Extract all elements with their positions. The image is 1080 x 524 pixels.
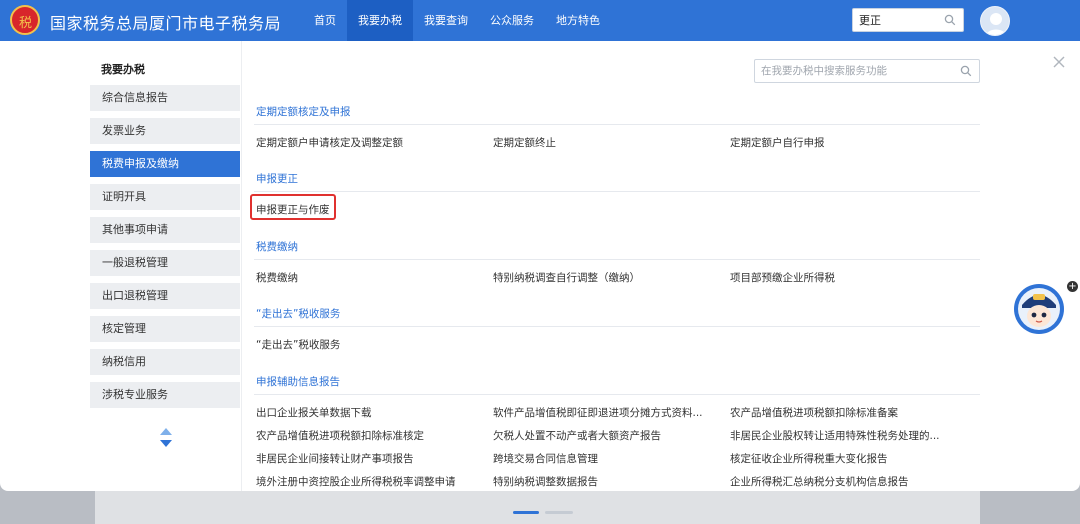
- service-item-project-prepay[interactable]: 项目部预缴企业所得税: [730, 270, 835, 285]
- top-search-input[interactable]: [853, 9, 941, 31]
- service-search-box: [754, 59, 980, 83]
- sidebar: 我要办税 综合信息报告 发票业务 税费申报及缴纳 证明开具 其他事项申请 一般退…: [85, 41, 241, 491]
- emblem-icon: 税: [10, 5, 40, 35]
- emblem-text: 税: [19, 16, 33, 31]
- nav-local-features[interactable]: 地方特色: [545, 0, 611, 41]
- service-item-nonresident-equity[interactable]: 非居民企业股权转让适用特殊性税务处理的...: [730, 428, 940, 443]
- sidebar-item-comprehensive-report[interactable]: 综合信息报告: [90, 85, 240, 111]
- mascot-icon[interactable]: [1013, 283, 1065, 335]
- service-item-correction-void[interactable]: 申报更正与作废: [256, 202, 330, 217]
- sidebar-item-invoice[interactable]: 发票业务: [90, 118, 240, 144]
- service-content: 定期定额核定及申报 定期定额户申请核定及调整定额 定期定额终止 定期定额户自行申…: [241, 41, 1080, 491]
- service-item-quota-self-declare[interactable]: 定期定额户自行申报: [730, 135, 825, 150]
- service-item-quota-apply[interactable]: 定期定额户申请核定及调整定额: [256, 135, 403, 150]
- service-item-software-vat[interactable]: 软件产品增值税即征即退进项分摊方式资料...: [493, 405, 703, 420]
- section-title-fixed-quota: 定期定额核定及申报: [256, 106, 351, 118]
- section-divider: [254, 394, 980, 395]
- service-item-branch-info[interactable]: 企业所得税汇总纳税分支机构信息报告: [730, 474, 909, 489]
- service-item-special-data[interactable]: 特别纳税调整数据报告: [493, 474, 598, 489]
- sidebar-item-assessment[interactable]: 核定管理: [90, 316, 240, 342]
- search-icon[interactable]: [960, 65, 972, 77]
- section-divider: [254, 124, 980, 125]
- top-header: 税 国家税务总局厦门市电子税务局 首页 我要办税 我要查询 公众服务 地方特色: [0, 0, 1080, 41]
- nav-tax-handling[interactable]: 我要办税: [347, 0, 413, 41]
- service-item-agri-assess[interactable]: 农产品增值税进项税额扣除标准核定: [256, 428, 424, 443]
- service-item-offshore-rate[interactable]: 境外注册中资控股企业所得税税率调整申请: [256, 474, 456, 489]
- site-title: 国家税务总局厦门市电子税务局: [50, 14, 282, 33]
- carousel-dot-active[interactable]: [513, 511, 539, 514]
- plus-icon[interactable]: +: [1067, 281, 1078, 292]
- tax-menu-panel: 我要办税 综合信息报告 发票业务 税费申报及缴纳 证明开具 其他事项申请 一般退…: [0, 41, 1080, 491]
- sidebar-item-tax-credit[interactable]: 纳税信用: [90, 349, 240, 375]
- sidebar-title: 我要办税: [101, 63, 145, 76]
- section-title-going-abroad: “走出去”税收服务: [256, 308, 341, 320]
- service-item-tax-payment[interactable]: 税费缴纳: [256, 270, 298, 285]
- nav-home[interactable]: 首页: [303, 0, 347, 41]
- service-item-agri-filing[interactable]: 农产品增值税进项税额扣除标准备案: [730, 405, 898, 420]
- service-item-assessed-change[interactable]: 核定征收企业所得税重大变化报告: [730, 451, 888, 466]
- service-search-input[interactable]: [755, 60, 951, 82]
- section-title-auxiliary-report: 申报辅助信息报告: [256, 376, 340, 388]
- scroll-arrows-icon[interactable]: [158, 427, 174, 449]
- service-item-customs-download[interactable]: 出口企业报关单数据下载: [256, 405, 372, 420]
- sidebar-item-general-refund[interactable]: 一般退税管理: [90, 250, 240, 276]
- nav-query[interactable]: 我要查询: [413, 0, 479, 41]
- nav-public-service[interactable]: 公众服务: [479, 0, 545, 41]
- sidebar-item-other-application[interactable]: 其他事项申请: [90, 217, 240, 243]
- user-avatar-icon[interactable]: [980, 6, 1010, 36]
- service-item-quota-terminate[interactable]: 定期定额终止: [493, 135, 556, 150]
- service-item-arrears-report[interactable]: 欠税人处置不动产或者大额资产报告: [493, 428, 661, 443]
- sidebar-item-declaration-payment[interactable]: 税费申报及缴纳: [90, 151, 240, 177]
- section-title-correction: 申报更正: [256, 173, 298, 185]
- sidebar-item-export-refund[interactable]: 出口退税管理: [90, 283, 240, 309]
- carousel-dot[interactable]: [545, 511, 573, 514]
- sidebar-item-certificate[interactable]: 证明开具: [90, 184, 240, 210]
- service-item-nonresident-indirect[interactable]: 非居民企业间接转让财产事项报告: [256, 451, 414, 466]
- section-title-payment: 税费缴纳: [256, 241, 298, 253]
- section-divider: [254, 191, 980, 192]
- search-icon[interactable]: [944, 14, 956, 26]
- close-icon[interactable]: [1052, 55, 1066, 69]
- service-item-special-adjustment[interactable]: 特别纳税调查自行调整（缴纳）: [493, 270, 640, 285]
- background-page-strip: [95, 491, 980, 524]
- service-item-cross-border[interactable]: 跨境交易合同信息管理: [493, 451, 598, 466]
- top-search-box: [852, 8, 964, 32]
- service-item-going-abroad[interactable]: “走出去”税收服务: [256, 337, 340, 352]
- section-divider: [254, 326, 980, 327]
- sidebar-item-professional-service[interactable]: 涉税专业服务: [90, 382, 240, 408]
- section-divider: [254, 259, 980, 260]
- sidebar-list: 综合信息报告 发票业务 税费申报及缴纳 证明开具 其他事项申请 一般退税管理 出…: [90, 85, 240, 415]
- main-nav: 首页 我要办税 我要查询 公众服务 地方特色: [303, 0, 611, 41]
